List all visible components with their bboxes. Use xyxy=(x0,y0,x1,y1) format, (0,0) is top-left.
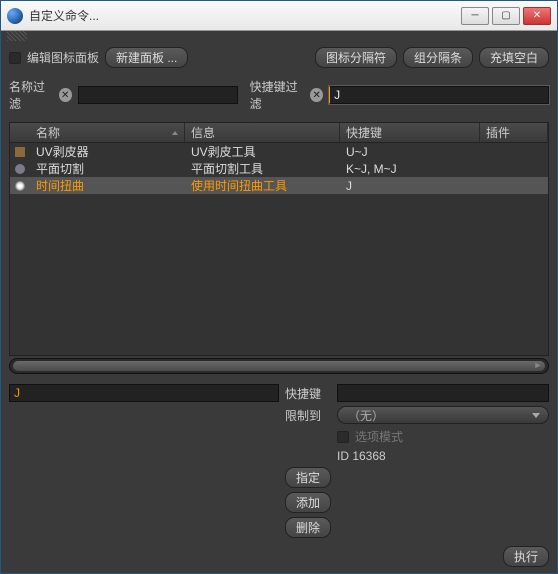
bottom-panel: J 快捷键 限制到 （无） 选项模式 ID 16368 xyxy=(1,380,557,546)
fill-blank-button[interactable]: 充填空白 xyxy=(479,47,549,68)
restrict-label: 限制到 xyxy=(285,407,331,424)
cell-name: UV剥皮器 xyxy=(30,143,185,160)
col-info[interactable]: 信息 xyxy=(185,123,340,142)
col-key[interactable]: 快捷键 xyxy=(340,123,480,142)
status-box: J xyxy=(9,384,279,402)
option-mode-label: 选项模式 xyxy=(355,428,403,445)
shortcut-input[interactable] xyxy=(337,384,549,402)
cell-info: UV剥皮工具 xyxy=(185,143,340,160)
filter-bar: 名称过滤 ✕ 快捷键过滤 ✕ xyxy=(1,72,557,118)
sort-indicator-icon xyxy=(172,131,178,135)
grip-row xyxy=(1,31,557,43)
minimize-button[interactable]: ─ xyxy=(461,7,489,25)
titlebar[interactable]: 自定义命令... ─ ▢ ✕ xyxy=(1,1,557,31)
window-buttons: ─ ▢ ✕ xyxy=(461,7,551,25)
delete-button[interactable]: 删除 xyxy=(285,517,331,538)
scroll-thumb[interactable] xyxy=(13,361,545,371)
row-icon xyxy=(10,164,30,174)
scroll-right-icon[interactable]: ► xyxy=(532,360,544,372)
table-row[interactable]: UV剥皮器UV剥皮工具U~J xyxy=(10,143,548,160)
cell-info: 使用时间扭曲工具 xyxy=(185,177,340,194)
window-title: 自定义命令... xyxy=(29,7,461,24)
shortcut-filter-label: 快捷键过滤 xyxy=(250,78,305,112)
cell-key: J xyxy=(340,179,480,193)
shortcut-label: 快捷键 xyxy=(285,385,331,402)
cell-key: K~J, M~J xyxy=(340,162,480,176)
assign-button[interactable]: 指定 xyxy=(285,467,331,488)
clear-name-filter-icon[interactable]: ✕ xyxy=(59,88,72,102)
window: 自定义命令... ─ ▢ ✕ 编辑图标面板 新建面板 ... 图标分隔符 组分隔… xyxy=(0,0,558,574)
new-panel-button[interactable]: 新建面板 ... xyxy=(105,47,188,68)
icon-separator-button[interactable]: 图标分隔符 xyxy=(315,47,397,68)
maximize-button[interactable]: ▢ xyxy=(492,7,520,25)
command-table: 名称 信息 快捷键 插件 UV剥皮器UV剥皮工具U~J平面切割平面切割工具K~J… xyxy=(9,122,549,356)
status-area: J xyxy=(9,384,279,538)
footer: 执行 xyxy=(1,546,557,573)
table-row[interactable]: 时间扭曲使用时间扭曲工具J xyxy=(10,177,548,194)
grip-icon[interactable] xyxy=(7,31,27,41)
table-row[interactable]: 平面切割平面切割工具K~J, M~J xyxy=(10,160,548,177)
close-button[interactable]: ✕ xyxy=(523,7,551,25)
restrict-select[interactable]: （无） xyxy=(337,406,549,424)
app-icon xyxy=(7,8,23,24)
col-icon[interactable] xyxy=(10,123,30,142)
edit-icons-checkbox[interactable] xyxy=(9,52,21,64)
id-label: ID 16368 xyxy=(337,449,386,463)
add-button[interactable]: 添加 xyxy=(285,492,331,513)
execute-button[interactable]: 执行 xyxy=(503,546,549,567)
row-icon xyxy=(10,147,30,157)
name-filter-label: 名称过滤 xyxy=(9,78,53,112)
row-icon xyxy=(10,181,30,191)
cell-name: 时间扭曲 xyxy=(30,177,185,194)
shortcut-filter-input[interactable] xyxy=(329,86,549,104)
restrict-value: （无） xyxy=(348,407,384,424)
cell-key: U~J xyxy=(340,145,480,159)
name-filter-input[interactable] xyxy=(78,86,238,104)
cell-name: 平面切割 xyxy=(30,160,185,177)
cell-info: 平面切割工具 xyxy=(185,160,340,177)
table-body: UV剥皮器UV剥皮工具U~J平面切割平面切割工具K~J, M~J时间扭曲使用时间… xyxy=(10,143,548,355)
col-name[interactable]: 名称 xyxy=(30,123,185,142)
toolbar: 编辑图标面板 新建面板 ... 图标分隔符 组分隔条 充填空白 xyxy=(1,43,557,72)
option-mode-checkbox[interactable] xyxy=(337,431,349,443)
form-area: 快捷键 限制到 （无） 选项模式 ID 16368 指定 添加 删除 xyxy=(285,384,549,538)
table-header: 名称 信息 快捷键 插件 xyxy=(10,123,548,143)
col-plugin[interactable]: 插件 xyxy=(480,123,548,142)
clear-shortcut-filter-icon[interactable]: ✕ xyxy=(310,88,323,102)
edit-icons-label: 编辑图标面板 xyxy=(27,49,99,66)
chevron-down-icon xyxy=(532,413,540,418)
group-separator-button[interactable]: 组分隔条 xyxy=(403,47,473,68)
horizontal-scrollbar[interactable]: ◄ ► xyxy=(9,358,549,374)
